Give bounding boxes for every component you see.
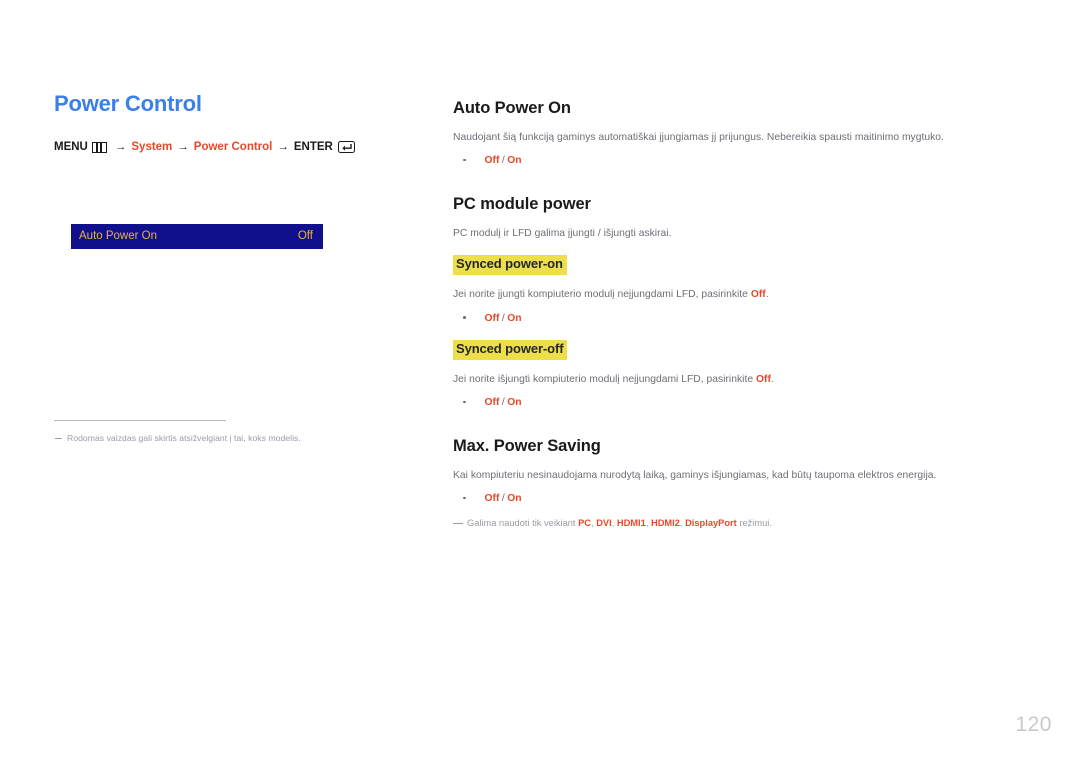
bullet-dot-icon [463, 496, 466, 500]
footnote-mode-hdmi2: HDMI2 [650, 517, 680, 528]
option-off[interactable]: Off [485, 153, 500, 168]
synced-power-off-desc-post: . [770, 374, 774, 385]
footnote-mode-pc: PC [578, 517, 592, 528]
heading-synced-power-on: Synced power-on [453, 255, 567, 276]
option-separator: / [501, 397, 505, 409]
left-footnote: Rodomas vaizdas gali skirtis atsižvelgia… [54, 432, 354, 444]
max-power-saving-footnote-text: Galima naudoti tik veikiant PC, DVI, HDM… [467, 517, 772, 528]
heading-max-power-saving: Max. Power Saving [453, 436, 601, 455]
option-separator: / [501, 493, 505, 505]
breadcrumb-arrow-3: → [277, 141, 289, 154]
right-column: Auto Power On Naudojant šią funkciją gam… [453, 99, 1013, 530]
footnote-mode-hdmi1: HDMI1 [616, 517, 646, 528]
synced-power-off-description: Jei norite išjungti kompiuterio modulį n… [453, 372, 1013, 387]
osd-menu-row-auto-power-on[interactable]: Auto Power On Off [71, 224, 323, 249]
menu-grid-icon [91, 141, 107, 153]
breadcrumb-arrow-2: → [177, 141, 189, 154]
synced-power-on-desc-post: . [765, 289, 769, 301]
synced-power-off-desc-pre: Jei norite išjungti kompiuterio modulį n… [453, 374, 756, 385]
footnote-dash-icon [453, 522, 463, 524]
synced-power-on-heading-wrap: Synced power-on [453, 255, 1013, 276]
option-off[interactable]: Off [485, 311, 500, 326]
option-separator: / [501, 312, 505, 324]
option-off[interactable]: Off [485, 491, 500, 506]
bullet-dot-icon [463, 316, 466, 319]
max-power-saving-description: Kai kompiuteriu nesinaudojama nurodytą l… [453, 469, 937, 481]
footnote-dash-icon [55, 438, 62, 439]
osd-item-value: Off [297, 229, 313, 242]
footnote-post: režimui. [736, 517, 772, 528]
synced-power-on-description: Jei norite įjungti kompiuterio modulį ne… [453, 287, 1013, 302]
synced-power-off-options: Off / On [453, 395, 1013, 410]
osd-item-label: Auto Power On [79, 229, 157, 242]
heading-synced-power-off: Synced power-off [453, 340, 568, 360]
synced-power-on-options: Off / On [453, 311, 1013, 326]
option-on[interactable]: On [507, 491, 521, 506]
breadcrumb-item-power-control: Power Control [193, 141, 273, 154]
bullet-dot-icon [463, 400, 466, 404]
page-title: Power Control [54, 91, 202, 116]
option-on[interactable]: On [507, 153, 521, 168]
manual-page: Power Control MENU → System → Power Cont… [0, 0, 1080, 763]
page-number: 120 [1015, 713, 1052, 736]
footnote-divider [54, 420, 226, 421]
menu-path-breadcrumb: MENU → System → Power Control → ENTER [54, 141, 404, 154]
max-power-saving-options: Off / On [453, 491, 1013, 506]
left-footnote-text: Rodomas vaizdas gali skirtis atsižvelgia… [67, 433, 301, 443]
synced-power-on-desc-bold: Off [750, 289, 766, 301]
option-off[interactable]: Off [485, 395, 500, 410]
auto-power-on-description: Naudojant šią funkciją gaminys automatiš… [453, 131, 944, 143]
left-column: Power Control MENU → System → Power Cont… [54, 91, 404, 154]
pc-module-power-description: PC modulį ir LFD galima įjungti / išjung… [453, 227, 672, 239]
enter-label: ENTER [293, 141, 333, 154]
footnote-pre: Galima naudoti tik veikiant [467, 517, 579, 528]
synced-power-on-desc-pre: Jei norite įjungti kompiuterio modulį ne… [453, 289, 751, 301]
option-on[interactable]: On [507, 395, 521, 410]
breadcrumb-arrow-1: → [114, 141, 127, 154]
heading-pc-module-power: PC module power [453, 194, 591, 213]
option-on[interactable]: On [507, 311, 521, 326]
auto-power-on-options: Off / On [453, 153, 1013, 168]
option-separator: / [501, 155, 505, 167]
synced-power-off-desc-bold: Off [755, 374, 771, 385]
max-power-saving-footnote: Galima naudoti tik veikiant PC, DVI, HDM… [453, 517, 1013, 530]
enter-key-icon [337, 141, 355, 154]
footnote-mode-displayport: DisplayPort [685, 517, 737, 528]
heading-auto-power-on: Auto Power On [453, 99, 571, 117]
footnote-mode-dvi: DVI [596, 517, 612, 528]
bullet-dot-icon [463, 158, 466, 162]
synced-power-off-heading-wrap: Synced power-off [453, 340, 1013, 360]
breadcrumb-item-system: System [131, 141, 173, 154]
left-footnote-block: Rodomas vaizdas gali skirtis atsižvelgia… [54, 420, 354, 444]
menu-label: MENU [54, 141, 88, 154]
